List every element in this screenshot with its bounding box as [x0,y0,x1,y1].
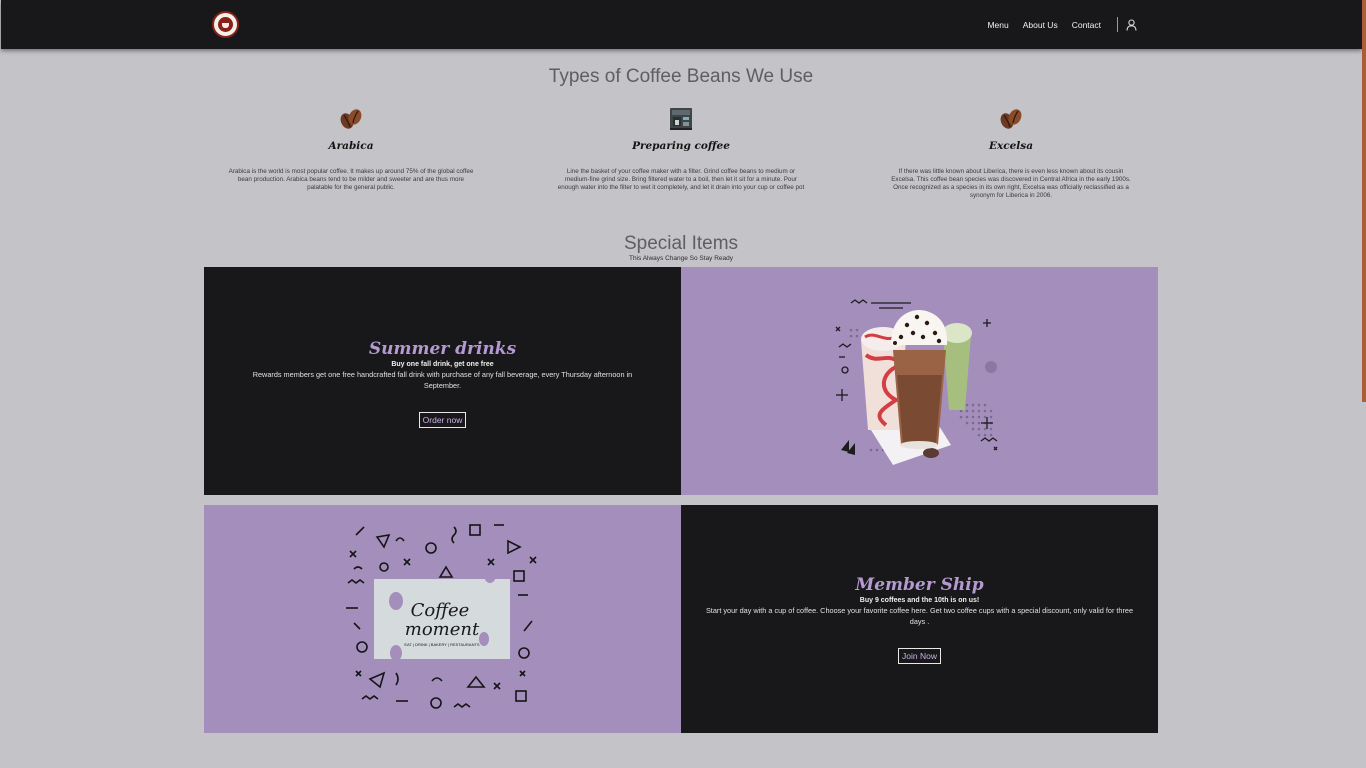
nav-about-link[interactable]: About Us [1023,20,1058,30]
order-now-button[interactable]: Order now [418,411,467,428]
summer-drinks-description: Rewards members get one free handcrafted… [252,370,633,390]
bean-name: Preparing coffee [632,140,730,152]
brand-logo[interactable] [212,11,239,38]
summer-drinks-headline: Buy one fall drink, get one free [391,361,494,368]
bean-description: Line the basket of your coffee maker wit… [557,168,805,191]
bean-card-preparing: Preparing coffee Line the basket of your… [551,106,811,192]
top-navbar: Menu About Us Contact [1,0,1362,49]
coffee-beans-icon [881,106,1141,132]
bean-description: If there was little known about Liberica… [891,168,1131,199]
bean-card-excelsa: Excelsa If there was little known about … [881,106,1141,199]
join-now-button[interactable]: Join Now [898,647,941,664]
bean-name: Arabica [328,140,374,152]
nav-menu-link[interactable]: Menu [987,20,1008,30]
bean-description: Arabica is the world is most popular cof… [228,168,474,191]
section-subtitle-special-items: This Always Change So Stay Ready [628,255,734,262]
section-title-bean-types: Types of Coffee Beans We Use [548,66,814,87]
scrollbar-accent[interactable] [1362,0,1366,402]
nav-links: Menu About Us Contact [973,0,1138,49]
coffee-maker-icon [551,106,811,132]
frappe-drinks-illustration [835,299,998,465]
bean-card-arabica: Arabica Arabica is the world is most pop… [221,106,481,192]
nav-divider [1117,17,1118,32]
membership-description: Start your day with a cup of coffee. Cho… [705,606,1134,626]
poster-tagline: EAT | DRINK | BAKERY | RESTAURANTS [404,642,480,647]
poster-title-line1: Coffee [411,600,470,621]
nav-contact-link[interactable]: Contact [1072,20,1101,30]
membership-panel: Member Ship Buy 9 coffees and the 10th i… [681,505,1158,733]
coffee-moment-poster: Coffee moment EAT | DRINK | BAKERY | RES… [346,524,537,709]
section-title-special-items: Special Items [623,233,739,254]
coffee-beans-icon [221,106,481,132]
summer-drinks-title: Summer drinks [368,339,517,359]
bean-name: Excelsa [988,140,1034,152]
coffee-moment-poster-panel: Coffee moment EAT | DRINK | BAKERY | RES… [204,505,681,733]
membership-title: Member Ship [855,575,984,595]
poster-title-line2: moment [405,619,480,640]
summer-drinks-panel: Summer drinks Buy one fall drink, get on… [204,267,681,495]
membership-headline: Buy 9 coffees and the 10th is on us! [859,597,980,604]
summer-drinks-image-panel [681,267,1158,495]
user-icon[interactable] [1124,18,1138,32]
